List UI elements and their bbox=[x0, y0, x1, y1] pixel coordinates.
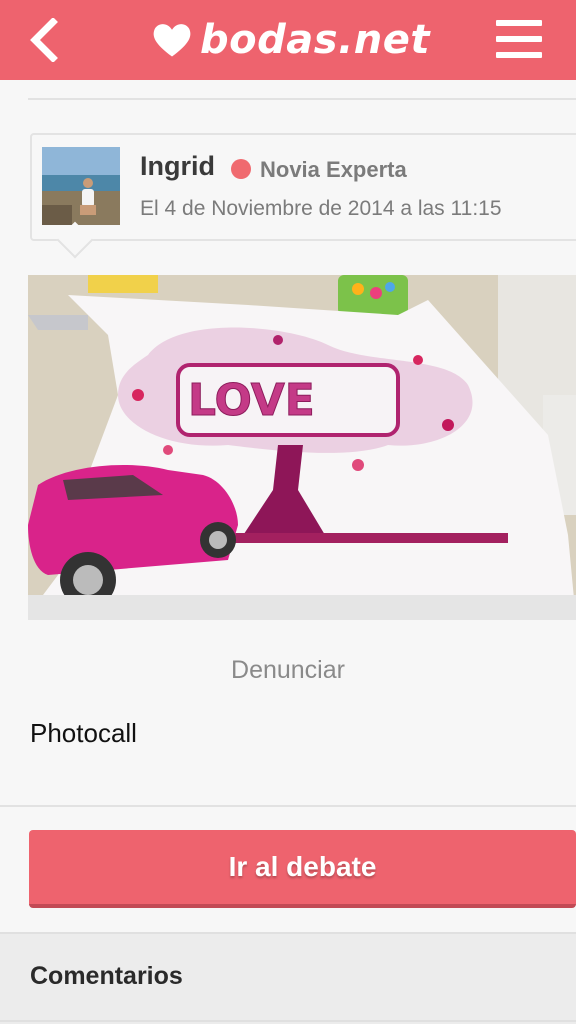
author-card: Ingrid Novia Experta El 4 de Noviembre d… bbox=[30, 133, 576, 259]
logo-text: bodas.net bbox=[200, 17, 430, 63]
post-content: Ingrid Novia Experta El 4 de Noviembre d… bbox=[0, 80, 576, 932]
author-name[interactable]: Ingrid bbox=[140, 151, 215, 182]
heart-icon bbox=[153, 24, 191, 57]
go-to-debate-button[interactable]: Ir al debate bbox=[29, 830, 576, 908]
go-to-debate-label: Ir al debate bbox=[228, 851, 377, 882]
comments-heading: Comentarios bbox=[30, 962, 183, 990]
hamburger-menu-button[interactable] bbox=[496, 20, 542, 58]
back-button[interactable] bbox=[22, 14, 66, 66]
post-date: El 4 de Noviembre de 2014 a las 11:15 bbox=[140, 197, 502, 220]
svg-text:LOVE: LOVE bbox=[188, 375, 315, 426]
brand-logo[interactable]: bodas.net bbox=[150, 10, 430, 70]
divider bbox=[0, 805, 576, 807]
post-title: Photocall bbox=[30, 718, 137, 748]
author-role: Novia Experta bbox=[260, 157, 407, 182]
card-pointer bbox=[56, 221, 94, 259]
report-link[interactable]: Denunciar bbox=[0, 656, 576, 685]
top-navigation-bar: bodas.net bbox=[0, 0, 576, 80]
chevron-left-icon bbox=[30, 18, 58, 62]
online-status-icon bbox=[231, 159, 251, 179]
avatar[interactable] bbox=[42, 147, 120, 225]
divider bbox=[28, 98, 576, 100]
comments-section-header: Comentarios bbox=[0, 932, 576, 1024]
hamburger-menu-icon bbox=[496, 20, 542, 26]
post-photo[interactable]: LOVE bbox=[28, 275, 576, 620]
